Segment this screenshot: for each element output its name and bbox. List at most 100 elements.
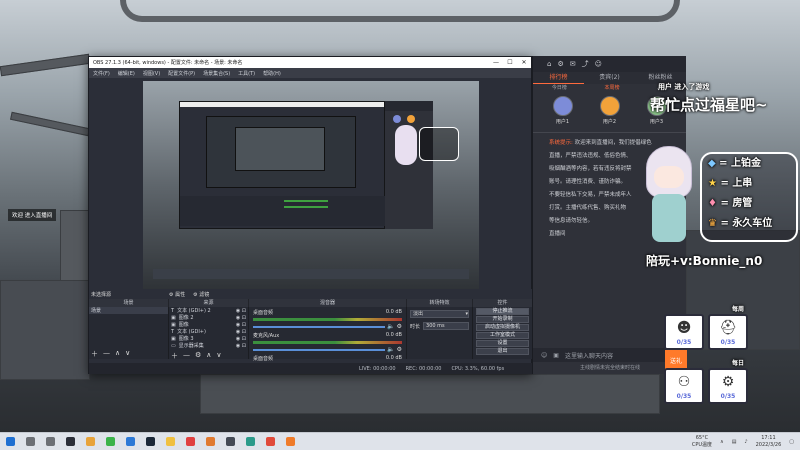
menu-file[interactable]: 文件(F) bbox=[93, 70, 110, 77]
join-notice: 用户 进入了游戏 bbox=[658, 83, 710, 91]
stop-streaming-button[interactable]: 停止推流 bbox=[476, 308, 529, 315]
obs-titlebar[interactable]: OBS 27.1.3 (64-bit, windows) - 配置文件: 未命名… bbox=[89, 57, 531, 68]
visibility-eye-icon[interactable]: ◉ ⊡ bbox=[236, 336, 248, 342]
remove-source-button[interactable]: — bbox=[183, 351, 190, 361]
source-toolbar: 未选择源 ⚙ 属性 ⚙ 滤镜 bbox=[89, 289, 533, 299]
avatar bbox=[552, 96, 573, 116]
steam-app-icon[interactable] bbox=[146, 437, 155, 446]
maximize-button[interactable]: ☐ bbox=[503, 59, 517, 66]
tab-ranking[interactable]: 排行榜 bbox=[533, 72, 584, 84]
visibility-eye-icon[interactable]: ◉ ⊡ bbox=[236, 343, 248, 349]
duration-input[interactable]: 300 ms bbox=[423, 322, 469, 330]
cpu-temp-widget[interactable]: 65°C CPU温度 bbox=[692, 435, 712, 449]
source-item[interactable]: ▣ 图像 3 ◉ ⊡ bbox=[169, 335, 248, 343]
home-icon[interactable]: ⌂ bbox=[547, 60, 551, 68]
chat-input[interactable]: 这里输入聊天内容 bbox=[565, 351, 613, 360]
exit-button[interactable]: 退出 bbox=[476, 348, 529, 355]
subtab-weekly[interactable]: 本周榜 bbox=[604, 84, 619, 94]
visibility-eye-icon[interactable]: ◉ ⊡ bbox=[236, 308, 248, 314]
shield-app-icon[interactable] bbox=[246, 437, 255, 446]
remove-scene-button[interactable]: — bbox=[103, 349, 110, 359]
move-up-button[interactable]: ∧ bbox=[115, 349, 120, 359]
start-recording-button[interactable]: 开始录制 bbox=[476, 316, 529, 323]
clock[interactable]: 17:11 2022/3/26 bbox=[756, 435, 782, 449]
volume-slider[interactable] bbox=[253, 348, 386, 351]
source-settings-button[interactable]: ⚙ bbox=[195, 351, 201, 361]
gear-icon[interactable]: ⚙ bbox=[397, 346, 402, 353]
speaker-icon[interactable]: 🔈 bbox=[387, 323, 394, 330]
controls-dock: 停止推流 开始录制 启动虚拟摄像机 工作室模式 设置 退出 bbox=[473, 307, 533, 359]
add-source-button[interactable]: ＋ bbox=[171, 351, 178, 361]
photos-app-icon[interactable] bbox=[206, 437, 215, 446]
share-icon[interactable]: ⤴ bbox=[582, 59, 589, 69]
game-app-icon[interactable] bbox=[226, 437, 235, 446]
task-card-value: 0/35 bbox=[676, 339, 692, 346]
menu-profile[interactable]: 配置文件(P) bbox=[168, 70, 195, 77]
store-app-icon[interactable] bbox=[166, 437, 175, 446]
source-item[interactable]: T 文本 (GDI+) ◉ ⊡ bbox=[169, 328, 248, 336]
image-source-icon: ▣ bbox=[171, 321, 176, 328]
wechat-app-icon[interactable] bbox=[106, 437, 115, 446]
source-item[interactable]: T 文本 (GDI+) 2 ◉ ⊡ bbox=[169, 307, 248, 315]
close-button[interactable]: ✕ bbox=[517, 59, 531, 66]
menu-scene-collection[interactable]: 场景集合(S) bbox=[203, 70, 230, 77]
network-icon[interactable]: ▤ bbox=[732, 439, 737, 445]
music-app-icon[interactable] bbox=[186, 437, 195, 446]
minimize-button[interactable]: — bbox=[489, 59, 503, 66]
notification-icon[interactable]: ✉ bbox=[570, 60, 576, 68]
notice-line: 打赏。主播代练代售、购买礼物 bbox=[549, 205, 627, 211]
user-icon[interactable]: ☺ bbox=[595, 60, 602, 68]
visibility-eye-icon[interactable]: ◉ ⊡ bbox=[236, 322, 248, 328]
files-app-icon[interactable] bbox=[86, 437, 95, 446]
gear-icon[interactable]: ⚙ bbox=[397, 323, 402, 330]
image-icon[interactable]: ▣ bbox=[553, 352, 559, 359]
visibility-eye-icon[interactable]: ◉ ⊡ bbox=[236, 329, 248, 335]
volume-icon[interactable]: ♪ bbox=[744, 439, 747, 445]
volume-slider[interactable] bbox=[253, 325, 386, 328]
notification-icon[interactable]: ▢ bbox=[789, 439, 794, 445]
chevron-up-icon[interactable]: ∧ bbox=[720, 439, 724, 445]
obs-window[interactable]: OBS 27.1.3 (64-bit, windows) - 配置文件: 未命名… bbox=[88, 56, 533, 374]
move-down-button[interactable]: ∨ bbox=[125, 349, 130, 359]
tab-vip[interactable]: 贵宾(2) bbox=[584, 72, 635, 84]
menu-edit[interactable]: 编辑(E) bbox=[118, 70, 135, 77]
start-virtual-camera-button[interactable]: 启动虚拟摄像机 bbox=[476, 324, 529, 331]
duration-label: 时长 bbox=[410, 323, 421, 330]
top-user[interactable]: 用户2 bbox=[599, 96, 620, 126]
start-button-icon[interactable] bbox=[6, 437, 15, 446]
emoji-icon[interactable]: ☺ bbox=[541, 352, 547, 359]
studio-mode-button[interactable]: 工作室模式 bbox=[476, 332, 529, 339]
preview-overlay bbox=[395, 121, 465, 181]
source-item[interactable]: ▣ 图像 ◉ ⊡ bbox=[169, 321, 248, 329]
menu-tools[interactable]: 工具(T) bbox=[238, 70, 255, 77]
add-scene-button[interactable]: ＋ bbox=[91, 349, 98, 359]
scene-stairs bbox=[0, 280, 90, 380]
scene-floor bbox=[200, 374, 660, 414]
top-user[interactable]: 用户1 bbox=[552, 96, 573, 126]
subtab-daily[interactable]: 今日榜 bbox=[552, 84, 567, 94]
source-item[interactable]: ▭ 显示器采集 ◉ ⊡ bbox=[169, 342, 248, 350]
top-user-name: 用户2 bbox=[602, 119, 617, 125]
scene-item[interactable]: 场景 bbox=[89, 307, 168, 314]
task-card-value: 0/35 bbox=[720, 393, 736, 400]
settings-button[interactable]: 设置 bbox=[476, 340, 529, 347]
move-down-button[interactable]: ∨ bbox=[216, 351, 221, 361]
obs-preview[interactable] bbox=[143, 81, 479, 289]
video-app-icon[interactable] bbox=[286, 437, 295, 446]
menu-help[interactable]: 帮助(H) bbox=[263, 70, 281, 77]
visibility-eye-icon[interactable]: ◉ ⊡ bbox=[236, 315, 248, 321]
task-card-value: 0/35 bbox=[720, 339, 736, 346]
move-up-button[interactable]: ∧ bbox=[206, 351, 211, 361]
filters-button[interactable]: ⚙ 滤镜 bbox=[193, 291, 209, 298]
browser-app-icon[interactable] bbox=[126, 437, 135, 446]
settings-icon[interactable]: ⚙ bbox=[557, 60, 563, 68]
search-app-icon[interactable] bbox=[26, 437, 35, 446]
properties-button[interactable]: ⚙ 属性 bbox=[169, 291, 185, 298]
source-item[interactable]: ▣ 图像 2 ◉ ⊡ bbox=[169, 314, 248, 322]
task-view-app-icon[interactable] bbox=[46, 437, 55, 446]
speaker-icon[interactable]: 🔈 bbox=[387, 346, 394, 353]
menu-view[interactable]: 视图(V) bbox=[143, 70, 160, 77]
transition-select[interactable]: 淡出 ▾ bbox=[410, 310, 469, 318]
obs-app-icon[interactable] bbox=[66, 437, 75, 446]
stream-app-icon[interactable] bbox=[266, 437, 275, 446]
